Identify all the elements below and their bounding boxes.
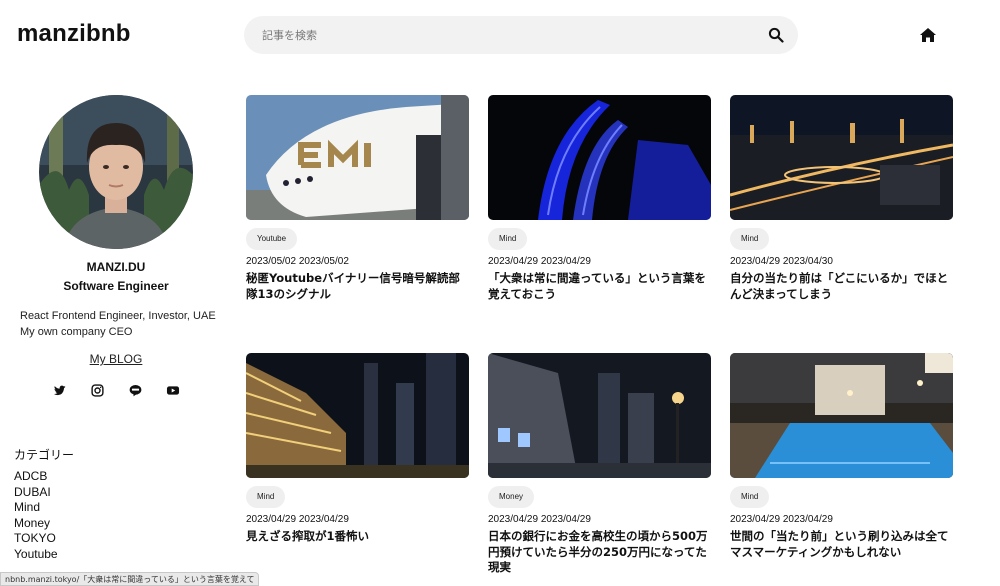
post-dates: 2023/05/02 2023/05/02 (246, 256, 349, 267)
profile-name: MANZI.DU (86, 260, 146, 274)
post-title[interactable]: 自分の当たり前は「どこにいるか」でほとんど決まってしまう (730, 271, 953, 302)
post-card[interactable]: Mind 2023/04/29 2023/04/29 「大衆は常に間違っている」… (488, 95, 711, 302)
post-tag[interactable]: Youtube (246, 228, 298, 250)
post-tag[interactable]: Mind (488, 228, 528, 250)
instagram-icon[interactable] (91, 384, 104, 397)
category-title: カテゴリー (14, 448, 75, 462)
category-item-tokyo[interactable]: TOKYO (14, 531, 74, 547)
post-thumbnail[interactable] (488, 95, 711, 220)
post-dates: 2023/04/29 2023/04/30 (730, 256, 833, 267)
youtube-icon[interactable] (166, 384, 180, 397)
search-bar[interactable] (244, 16, 798, 54)
post-thumbnail[interactable] (730, 95, 953, 220)
post-dates: 2023/04/29 2023/04/29 (246, 514, 349, 525)
line-icon[interactable] (129, 384, 142, 397)
post-title[interactable]: 秘匿Youtubeバイナリー信号暗号解読部隊13のシグナル (246, 271, 469, 302)
post-title[interactable]: 日本の銀行にお金を高校生の頃から500万円預けていたら半分の250万円になってた… (488, 529, 711, 576)
post-card[interactable]: Mind 2023/04/29 2023/04/29 見えざる搾取が1番怖い (246, 353, 469, 545)
post-title[interactable]: 見えざる搾取が1番怖い (246, 529, 469, 545)
avatar (39, 95, 193, 249)
post-card[interactable]: Mind 2023/04/29 2023/04/30 自分の当たり前は「どこにい… (730, 95, 953, 302)
category-item-money[interactable]: Money (14, 516, 74, 532)
search-input[interactable] (262, 16, 742, 54)
post-card[interactable]: Mind 2023/04/29 2023/04/29 世間の「当たり前」という刷… (730, 353, 953, 560)
category-item-adcb[interactable]: ADCB (14, 469, 74, 485)
post-title[interactable]: 「大衆は常に間違っている」という言葉を覚えておこう (488, 271, 711, 302)
post-dates: 2023/04/29 2023/04/29 (488, 256, 591, 267)
status-bar-url: nbnb.manzi.tokyo/「大衆は常に間違っている」という言葉を覚えて (0, 572, 260, 586)
post-tag[interactable]: Money (488, 486, 535, 508)
category-list: カテゴリー ADCB DUBAI Mind Money TOKYO Youtub… (14, 446, 74, 562)
category-item-dubai[interactable]: DUBAI (14, 485, 74, 501)
home-icon[interactable] (919, 27, 937, 43)
search-icon[interactable] (768, 27, 784, 43)
category-item-youtube[interactable]: Youtube (14, 547, 74, 563)
post-dates: 2023/04/29 2023/04/29 (488, 514, 591, 525)
post-thumbnail[interactable] (246, 95, 469, 220)
site-logo[interactable]: manzibnb (17, 20, 131, 48)
post-card[interactable]: Youtube 2023/05/02 2023/05/02 秘匿Youtubeバ… (246, 95, 469, 302)
category-item-mind[interactable]: Mind (14, 500, 74, 516)
my-blog-link[interactable]: My BLOG (0, 352, 232, 366)
post-dates: 2023/04/29 2023/04/29 (730, 514, 833, 525)
twitter-icon[interactable] (53, 384, 66, 397)
post-card[interactable]: Money 2023/04/29 2023/04/29 日本の銀行にお金を高校生… (488, 353, 711, 576)
post-tag[interactable]: Mind (730, 228, 770, 250)
profile-bio: React Frontend Engineer, Investor, UAE M… (20, 310, 216, 338)
post-tag[interactable]: Mind (246, 486, 286, 508)
profile-role: Software Engineer (63, 279, 169, 293)
post-thumbnail[interactable] (246, 353, 469, 478)
post-thumbnail[interactable] (730, 353, 953, 478)
post-thumbnail[interactable] (488, 353, 711, 478)
post-title[interactable]: 世間の「当たり前」という刷り込みは全てマスマーケティングかもしれない (730, 529, 953, 560)
social-links (53, 384, 183, 398)
post-tag[interactable]: Mind (730, 486, 770, 508)
